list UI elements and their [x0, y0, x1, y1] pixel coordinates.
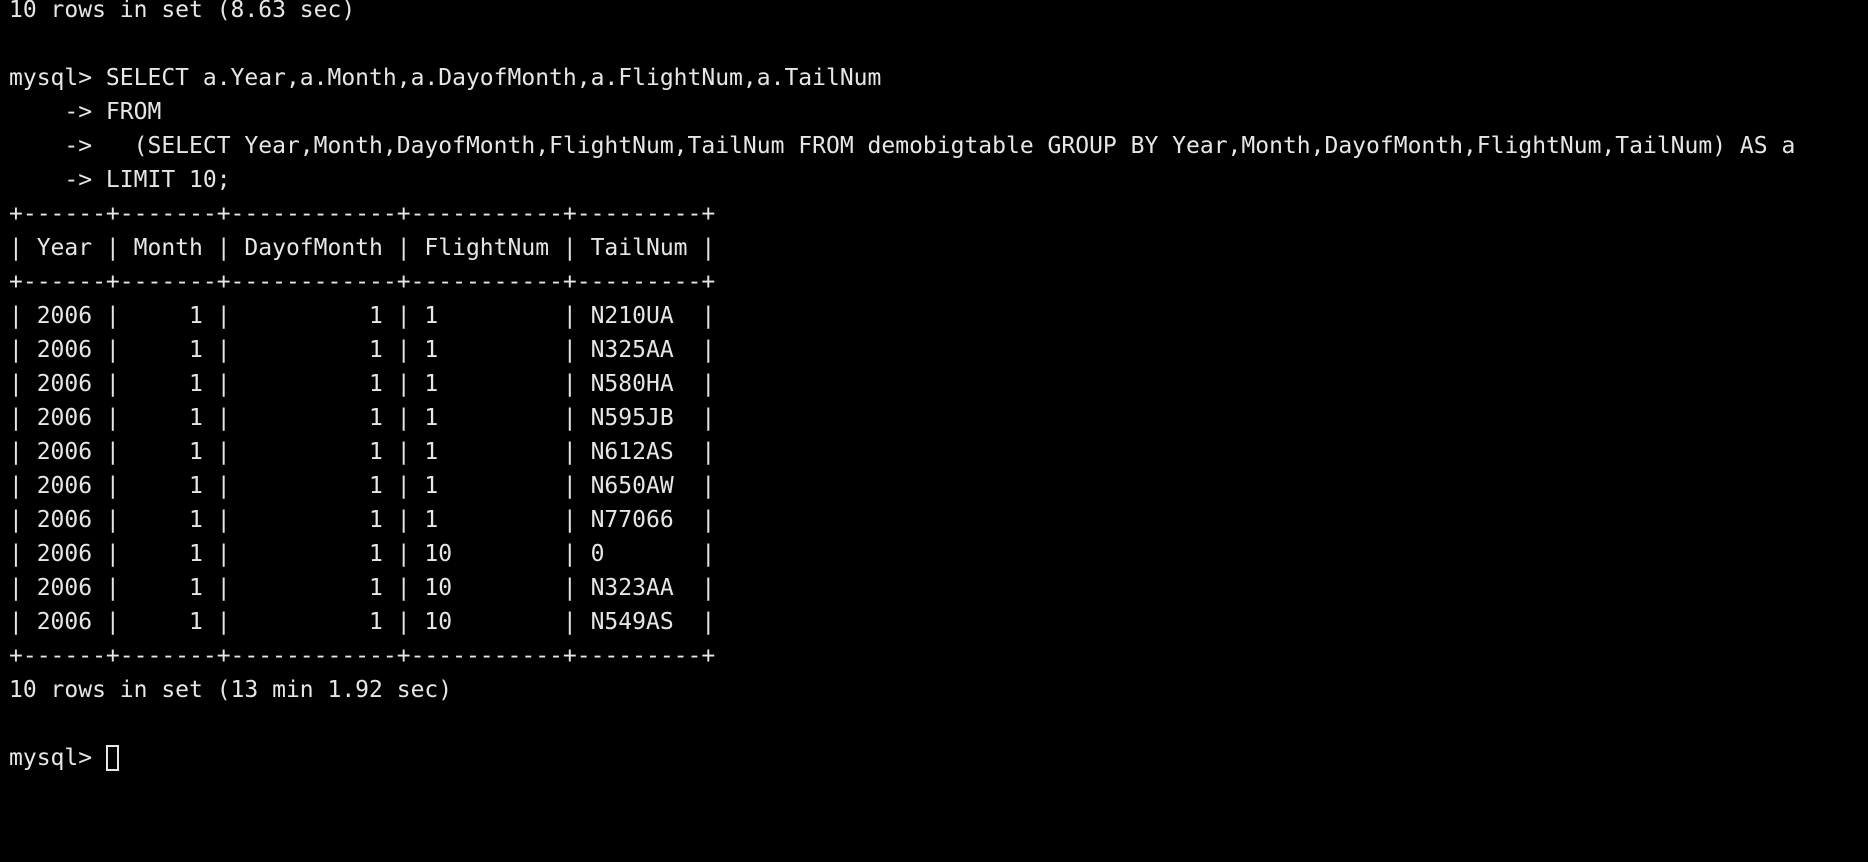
table-row: | 2006 | 1 | 1 | 10 | N549AS | [9, 609, 716, 635]
table-row: | 2006 | 1 | 1 | 1 | N580HA | [9, 371, 716, 397]
table-row: | 2006 | 1 | 1 | 1 | N325AA | [9, 337, 716, 363]
table-row: | 2006 | 1 | 1 | 1 | N210UA | [9, 303, 716, 329]
table-header-row: | Year | Month | DayofMonth | FlightNum … [9, 235, 716, 261]
table-border: +------+-------+------------+-----------… [9, 201, 716, 227]
table-row: | 2006 | 1 | 1 | 1 | N612AS | [9, 439, 716, 465]
table-row: | 2006 | 1 | 1 | 10 | N323AA | [9, 575, 716, 601]
output-line: 10 rows in set (8.63 sec) [9, 0, 356, 23]
command-continuation-line: -> (SELECT Year,Month,DayofMonth,FlightN… [9, 133, 1796, 159]
cursor-icon[interactable] [105, 745, 119, 771]
table-row: | 2006 | 1 | 1 | 1 | N77066 | [9, 507, 716, 533]
terminal-window[interactable]: 10 rows in set (8.63 sec) mysql> SELECT … [0, 0, 1868, 862]
command-continuation-line: -> FROM [9, 99, 162, 125]
table-row: | 2006 | 1 | 1 | 10 | 0 | [9, 541, 716, 567]
table-border: +------+-------+------------+-----------… [9, 643, 716, 669]
table-row: | 2006 | 1 | 1 | 1 | N650AW | [9, 473, 716, 499]
table-row: | 2006 | 1 | 1 | 1 | N595JB | [9, 405, 716, 431]
prompt-label: mysql> [9, 745, 106, 771]
command-continuation-line: -> LIMIT 10; [9, 167, 231, 193]
output-line: 10 rows in set (13 min 1.92 sec) [9, 677, 453, 703]
command-line: mysql> SELECT a.Year,a.Month,a.DayofMont… [9, 65, 882, 91]
table-border: +------+-------+------------+-----------… [9, 269, 716, 295]
active-prompt-line[interactable]: mysql> [9, 741, 1868, 775]
